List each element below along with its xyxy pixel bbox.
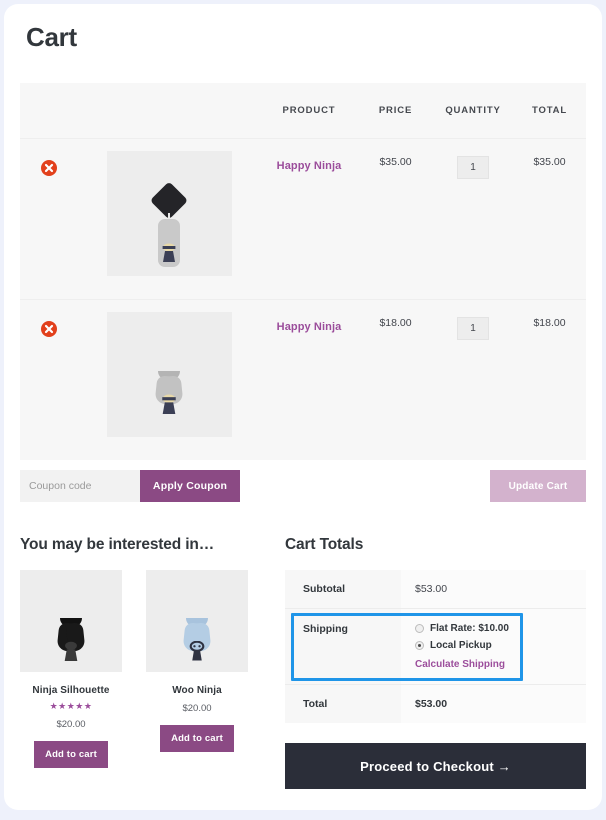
remove-item-button[interactable]	[41, 159, 57, 176]
upsell-price: $20.00	[56, 719, 86, 730]
page-title: Cart	[26, 22, 77, 52]
proceed-to-checkout-button[interactable]: Proceed to Checkout →	[285, 743, 586, 789]
add-to-cart-button[interactable]: Add to cart	[160, 725, 234, 752]
cart-totals-table: Subtotal $53.00 Shipping Flat Rate: $10.…	[285, 570, 586, 723]
page-content: Cart PRODUCT PRICE QUANTITY TOTAL Happy …	[4, 4, 602, 789]
calculate-shipping-link[interactable]: Calculate Shipping	[415, 659, 505, 670]
upsell-title: You may be interested in…	[20, 536, 215, 553]
cart-table-header: PRODUCT PRICE QUANTITY TOTAL	[20, 83, 586, 138]
cell-product-name: Happy Ninja	[260, 298, 358, 460]
shipping-label: Shipping	[285, 608, 401, 685]
cart-table: PRODUCT PRICE QUANTITY TOTAL Happy Ninja…	[20, 83, 586, 460]
cell-price: $35.00	[358, 137, 433, 299]
product-thumbnail[interactable]	[106, 311, 232, 437]
shipping-row: Shipping Flat Rate: $10.00 Local Pickup	[285, 608, 586, 685]
table-row: Happy Ninja $35.00 $35.00	[20, 137, 586, 299]
list-item: Ninja Silhouette ★★★★★ $20.00 Add to car…	[20, 570, 122, 768]
upsell-price: $20.00	[182, 703, 212, 714]
cell-total: $18.00	[513, 298, 586, 460]
header-total: TOTAL	[513, 83, 586, 138]
total-label: Total	[285, 684, 401, 723]
shipping-option-label: Flat Rate: $10.00	[430, 623, 509, 634]
radio-local-pickup[interactable]	[415, 641, 424, 650]
header-thumbnail	[78, 83, 260, 138]
coupon-input[interactable]	[20, 470, 140, 502]
header-quantity: QUANTITY	[433, 83, 513, 138]
header-price: PRICE	[358, 83, 433, 138]
add-to-cart-button[interactable]: Add to cart	[34, 741, 108, 768]
cell-total: $35.00	[513, 137, 586, 299]
cart-totals-section: Cart Totals Subtotal $53.00 Shipping Fla…	[285, 536, 586, 789]
cell-quantity	[433, 298, 513, 460]
header-product: PRODUCT	[260, 83, 358, 138]
total-value: $53.00	[401, 684, 586, 723]
cart-table-body: Happy Ninja $35.00 $35.00	[20, 137, 586, 460]
upsell-section: You may be interested in… Ninja Silhouet…	[20, 536, 285, 789]
update-cart-button[interactable]: Update Cart	[490, 470, 586, 502]
subtotal-value: $53.00	[401, 570, 586, 609]
rating-stars: ★★★★★	[49, 701, 93, 711]
lower-section: You may be interested in… Ninja Silhouet…	[20, 536, 586, 789]
remove-item-button[interactable]	[41, 320, 57, 337]
coupon-bar: Apply Coupon Update Cart	[20, 470, 586, 502]
quantity-input[interactable]	[457, 155, 489, 179]
cell-quantity	[433, 137, 513, 299]
cell-product-name: Happy Ninja	[260, 137, 358, 299]
woo-ninja-icon	[189, 641, 205, 661]
cart-header-row: PRODUCT PRICE QUANTITY TOTAL	[20, 83, 586, 138]
upsell-thumbnail[interactable]	[146, 570, 248, 672]
table-row: Happy Ninja $18.00 $18.00	[20, 298, 586, 460]
ninja-silhouette-icon	[64, 641, 78, 661]
ninja-logo-icon	[162, 394, 176, 414]
cart-totals-wrapper: Subtotal $53.00 Shipping Flat Rate: $10.…	[285, 570, 586, 723]
cell-remove	[20, 298, 78, 460]
radio-flat-rate[interactable]	[415, 624, 424, 633]
subtotal-label: Subtotal	[285, 570, 401, 609]
list-item: Woo Ninja $20.00 Add to cart	[146, 570, 248, 768]
quantity-input[interactable]	[457, 316, 489, 340]
shipping-option-local-pickup[interactable]: Local Pickup	[415, 640, 586, 651]
product-name-link[interactable]: Happy Ninja	[277, 160, 342, 172]
cell-remove	[20, 137, 78, 299]
upsell-product-name[interactable]: Woo Ninja	[146, 685, 248, 696]
page-container: Cart PRODUCT PRICE QUANTITY TOTAL Happy …	[4, 4, 602, 810]
header-remove	[20, 83, 78, 138]
shipping-option-flat-rate[interactable]: Flat Rate: $10.00	[415, 623, 586, 634]
shipping-options-cell: Flat Rate: $10.00 Local Pickup Calculate…	[401, 608, 586, 685]
total-row: Total $53.00	[285, 684, 586, 723]
product-name-link[interactable]: Happy Ninja	[277, 321, 342, 333]
close-icon	[44, 324, 54, 333]
upsell-thumbnail[interactable]	[20, 570, 122, 672]
apply-coupon-button[interactable]: Apply Coupon	[140, 470, 240, 502]
upsell-grid: Ninja Silhouette ★★★★★ $20.00 Add to car…	[20, 570, 285, 768]
cell-thumbnail	[78, 137, 260, 299]
shipping-option-label: Local Pickup	[430, 640, 492, 651]
cell-thumbnail	[78, 298, 260, 460]
cart-totals-title: Cart Totals	[285, 536, 364, 553]
product-thumbnail[interactable]	[106, 150, 232, 276]
close-icon	[44, 163, 54, 172]
upsell-product-name[interactable]: Ninja Silhouette	[20, 685, 122, 696]
cell-price: $18.00	[358, 298, 433, 460]
ninja-logo-icon	[162, 243, 176, 262]
subtotal-row: Subtotal $53.00	[285, 570, 586, 609]
